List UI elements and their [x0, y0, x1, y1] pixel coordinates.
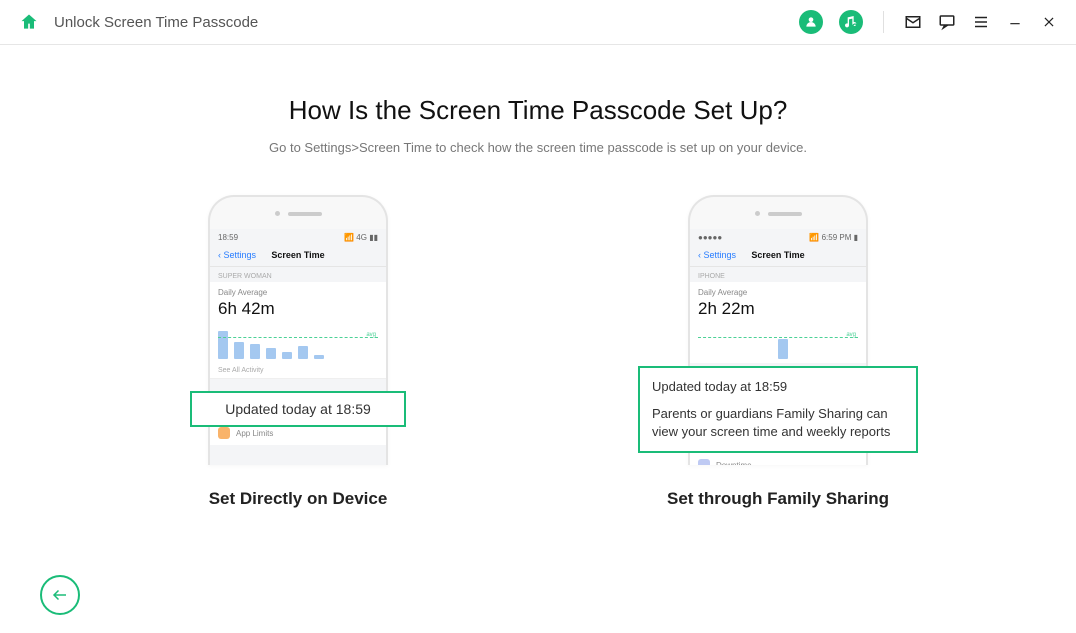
- nav-title: Screen Time: [210, 250, 386, 260]
- status-right: 📶 4G ▮▮: [344, 233, 378, 242]
- option-left-label: Set Directly on Device: [209, 489, 388, 509]
- see-all: See All Activity: [210, 363, 386, 379]
- callout-right-body: Parents or guardians Family Sharing can …: [652, 405, 904, 441]
- main-content: How Is the Screen Time Passcode Set Up? …: [0, 45, 1076, 509]
- option-set-on-device[interactable]: 18:59 📶 4G ▮▮ ‹ Settings Screen Time SUP…: [148, 195, 448, 509]
- page-heading: How Is the Screen Time Passcode Set Up?: [289, 95, 788, 126]
- avg-label: Daily Average: [698, 288, 858, 297]
- header-title: Unlock Screen Time Passcode: [54, 14, 258, 31]
- downtime-icon: [698, 459, 710, 465]
- avg-value: 2h 22m: [698, 299, 858, 319]
- nav-title: Screen Time: [690, 250, 866, 260]
- callout-right: Updated today at 18:59 Parents or guardi…: [638, 366, 918, 453]
- usage-chart-left: avg: [218, 325, 378, 359]
- minimize-button[interactable]: [1006, 13, 1024, 31]
- feedback-icon[interactable]: [938, 13, 956, 31]
- avg-label: Daily Average: [218, 288, 378, 297]
- usage-chart-right: avg: [698, 325, 858, 359]
- applimits-icon: [218, 427, 230, 439]
- section-label: SUPER WOMAN: [210, 267, 386, 282]
- status-right: 📶 6:59 PM ▮: [809, 233, 858, 242]
- avg-value: 6h 42m: [218, 299, 378, 319]
- header-divider: [883, 11, 884, 33]
- page-subtitle: Go to Settings>Screen Time to check how …: [269, 140, 807, 155]
- home-icon[interactable]: [18, 11, 40, 33]
- section-label: IPHONE: [690, 267, 866, 282]
- header: Unlock Screen Time Passcode: [0, 0, 1076, 45]
- callout-right-top: Updated today at 18:59: [652, 378, 904, 396]
- status-left: 18:59: [218, 233, 238, 242]
- account-icon[interactable]: [799, 10, 823, 34]
- music-search-icon[interactable]: [839, 10, 863, 34]
- status-left: ●●●●●: [698, 233, 722, 242]
- mail-icon[interactable]: [904, 13, 922, 31]
- options-row: 18:59 📶 4G ▮▮ ‹ Settings Screen Time SUP…: [148, 195, 928, 509]
- back-button[interactable]: [40, 575, 80, 615]
- close-button[interactable]: [1040, 13, 1058, 31]
- menu-icon[interactable]: [972, 13, 990, 31]
- option-family-sharing[interactable]: ●●●●● 📶 6:59 PM ▮ ‹ Settings Screen Time…: [628, 195, 928, 509]
- callout-left: Updated today at 18:59: [190, 391, 406, 427]
- option-right-label: Set through Family Sharing: [667, 489, 889, 509]
